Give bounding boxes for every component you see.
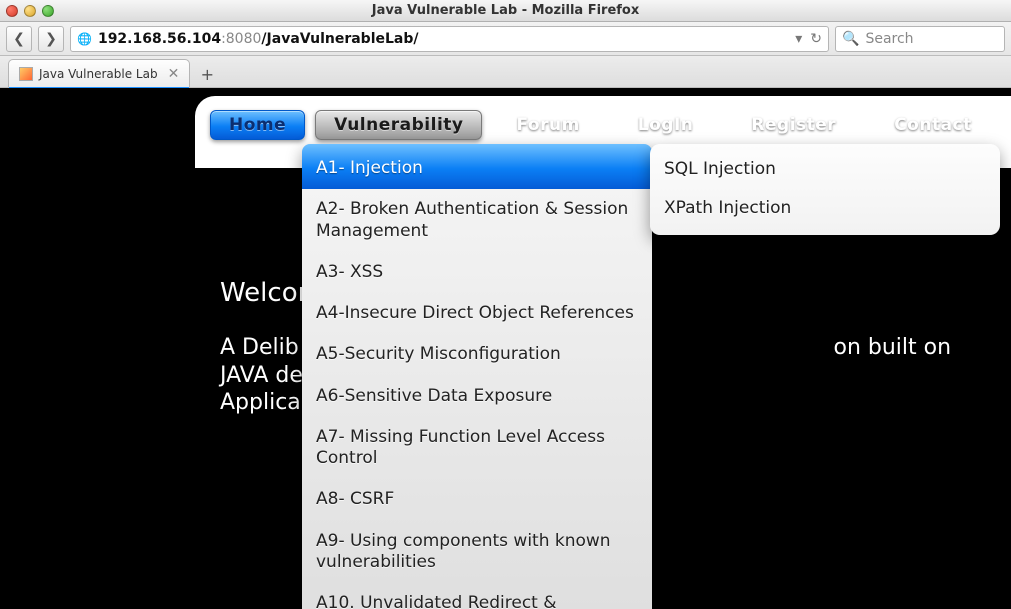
dropdown-item-a1-injection[interactable]: A1- Injection bbox=[302, 144, 652, 189]
forward-button[interactable]: ❯ bbox=[38, 26, 64, 52]
url-bar[interactable]: 🌐 192.168.56.104:8080/JavaVulnerableLab/… bbox=[70, 26, 829, 52]
subdropdown-item-sql-injection[interactable]: SQL Injection bbox=[650, 150, 1000, 189]
new-tab-button[interactable]: + bbox=[198, 65, 216, 83]
nav-contact[interactable]: Contact bbox=[870, 110, 996, 140]
vulnerability-dropdown: A1- Injection A2- Broken Authentication … bbox=[302, 144, 652, 609]
window-title: Java Vulnerable Lab - Mozilla Firefox bbox=[372, 3, 640, 18]
dropdown-item-a10-redirect[interactable]: A10. Unvalidated Redirect & Forward.. bbox=[302, 583, 652, 609]
url-port: :8080 bbox=[221, 31, 261, 47]
url-host: 192.168.56.104 bbox=[98, 31, 221, 47]
minimize-window-icon[interactable] bbox=[24, 5, 36, 17]
dropdown-history-icon[interactable]: ▾ bbox=[795, 31, 802, 47]
tab-label: Java Vulnerable Lab bbox=[39, 67, 158, 81]
dropdown-item-a2-auth[interactable]: A2- Broken Authentication & Session Mana… bbox=[302, 189, 652, 252]
close-tab-icon[interactable]: ✕ bbox=[168, 66, 180, 82]
nav-login[interactable]: LogIn bbox=[614, 110, 718, 140]
chevron-left-icon: ❮ bbox=[13, 31, 25, 47]
nav-forum[interactable]: Forum bbox=[492, 110, 603, 140]
dropdown-item-a5-misconfig[interactable]: A5-Security Misconfiguration bbox=[302, 334, 652, 375]
search-bar[interactable]: 🔍 Search bbox=[835, 26, 1005, 52]
nav-home[interactable]: Home bbox=[210, 110, 305, 140]
dropdown-item-a9-components[interactable]: A9- Using components with known vulnerab… bbox=[302, 521, 652, 584]
back-button[interactable]: ❮ bbox=[6, 26, 32, 52]
dropdown-item-a6-data-exposure[interactable]: A6-Sensitive Data Exposure bbox=[302, 376, 652, 417]
main-nav: Home Vulnerability Forum LogIn Register … bbox=[210, 110, 996, 140]
url-path: /JavaVulnerableLab/ bbox=[261, 31, 418, 47]
chevron-right-icon: ❯ bbox=[45, 31, 57, 47]
window-titlebar: Java Vulnerable Lab - Mozilla Firefox bbox=[0, 0, 1011, 22]
dropdown-item-a4-idor[interactable]: A4-Insecure Direct Object References bbox=[302, 293, 652, 334]
nav-vulnerability[interactable]: Vulnerability bbox=[315, 110, 482, 140]
subdropdown-item-xpath-injection[interactable]: XPath Injection bbox=[650, 189, 1000, 228]
injection-subdropdown: SQL Injection XPath Injection bbox=[650, 144, 1000, 235]
dropdown-item-a8-csrf[interactable]: A8- CSRF bbox=[302, 479, 652, 520]
dropdown-item-a3-xss[interactable]: A3- XSS bbox=[302, 252, 652, 293]
tab-strip: Java Vulnerable Lab ✕ + bbox=[0, 56, 1011, 88]
favicon-icon bbox=[19, 67, 33, 81]
reload-icon[interactable]: ↻ bbox=[810, 31, 822, 47]
url-text: 192.168.56.104:8080/JavaVulnerableLab/ bbox=[98, 31, 419, 47]
globe-icon: 🌐 bbox=[77, 32, 92, 46]
dropdown-item-a7-function-access[interactable]: A7- Missing Function Level Access Contro… bbox=[302, 417, 652, 480]
browser-toolbar: ❮ ❯ 🌐 192.168.56.104:8080/JavaVulnerable… bbox=[0, 22, 1011, 56]
search-placeholder: Search bbox=[865, 31, 913, 47]
nav-register[interactable]: Register bbox=[727, 110, 860, 140]
maximize-window-icon[interactable] bbox=[42, 5, 54, 17]
page-viewport: Welcom A Delib xxxxxxxxxxxxxxxxxxxxxxxxx… bbox=[0, 88, 1011, 609]
close-window-icon[interactable] bbox=[6, 5, 18, 17]
tab-java-vulnerable-lab[interactable]: Java Vulnerable Lab ✕ bbox=[8, 59, 190, 87]
search-icon: 🔍 bbox=[842, 31, 859, 47]
